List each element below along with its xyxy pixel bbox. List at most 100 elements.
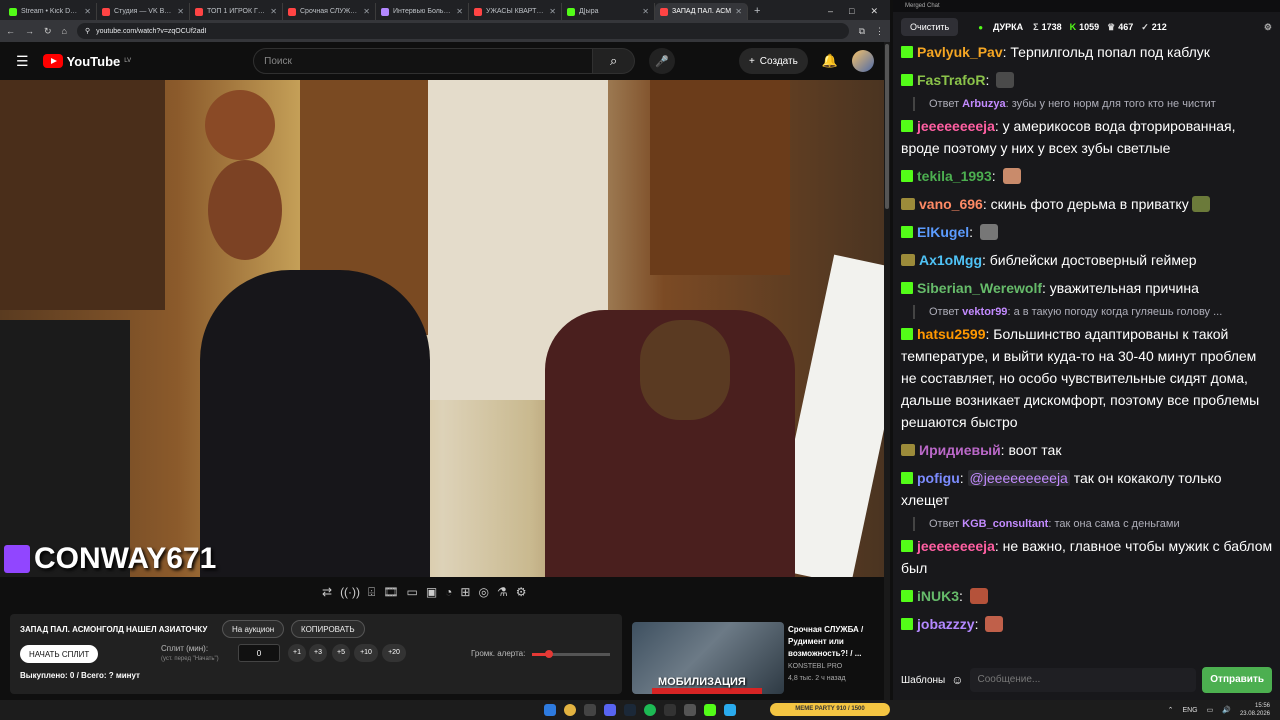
auction-button[interactable]: На аукцион xyxy=(222,620,285,638)
player-tool-icon[interactable]: ⊞ xyxy=(460,585,470,600)
split-step-button[interactable]: +10 xyxy=(354,644,378,662)
chat-username[interactable]: Siberian_Werewolf xyxy=(917,280,1042,296)
reload-icon[interactable]: ↻ xyxy=(44,26,52,37)
browser-tab[interactable]: Stream • Kick Dashbo ✕ xyxy=(4,3,97,20)
alert-volume-knob[interactable] xyxy=(545,650,554,658)
telegram-icon[interactable] xyxy=(724,704,736,716)
chat-username[interactable]: ElKugel xyxy=(917,224,969,240)
menu-dots-icon[interactable]: ⋮ xyxy=(875,26,884,37)
app-icon-7[interactable] xyxy=(664,704,676,716)
chat-username[interactable]: hatsu2599 xyxy=(917,326,985,342)
close-tab-icon[interactable]: ✕ xyxy=(456,7,463,16)
split-step-button[interactable]: +1 xyxy=(288,644,306,662)
player-tool-icon[interactable]: ▣ xyxy=(426,585,437,600)
chat-username[interactable]: vano_696 xyxy=(919,196,983,212)
extensions-icon[interactable]: ⧉ xyxy=(859,26,865,37)
chrome-icon[interactable] xyxy=(564,704,576,716)
close-window-button[interactable]: ✕ xyxy=(870,3,878,20)
recommended-channel[interactable]: KONSTEBL PRO xyxy=(788,663,842,670)
reply-username[interactable]: Arbuzya xyxy=(962,98,1005,110)
settings-gear-icon[interactable]: ⚙ xyxy=(1264,22,1272,33)
minimize-button[interactable]: – xyxy=(828,3,833,20)
explorer-icon[interactable] xyxy=(584,704,596,716)
player-tool-icon[interactable]: ⇄ xyxy=(322,585,332,600)
reply-username[interactable]: vektor99 xyxy=(962,306,1007,318)
chat-username[interactable]: tekila_1993 xyxy=(917,168,992,184)
close-tab-icon[interactable]: ✕ xyxy=(549,7,556,16)
close-tab-icon[interactable]: ✕ xyxy=(270,7,277,16)
start-split-button[interactable]: НАЧАТЬ СПЛИТ xyxy=(20,645,99,663)
page-scrollbar-thumb[interactable] xyxy=(885,44,889,209)
steam-icon[interactable] xyxy=(624,704,636,716)
close-tab-icon[interactable]: ✕ xyxy=(84,7,91,16)
chat-message-input[interactable]: Сообщение... xyxy=(969,668,1197,692)
site-info-icon[interactable]: ⚲ xyxy=(85,27,90,35)
player-tool-icon[interactable]: ⌹ xyxy=(368,585,375,600)
windows-start-icon[interactable] xyxy=(544,704,556,716)
browser-tab[interactable]: Студия — VK Видео L ✕ xyxy=(97,3,190,20)
chat-username[interactable]: Pavlyuk_Pav xyxy=(917,44,1003,60)
recommended-title[interactable]: Срочная СЛУЖБА / Рудимент или возможност… xyxy=(788,624,882,660)
browser-tab[interactable]: УЖАСЫ КВАРТИР С А✕ xyxy=(469,3,562,20)
split-step-button[interactable]: +3 xyxy=(309,644,327,662)
close-tab-icon[interactable]: ✕ xyxy=(642,7,649,16)
tray-chevron-icon[interactable]: ⌃ xyxy=(1168,706,1174,714)
search-input[interactable]: Поиск xyxy=(253,48,594,74)
clear-chat-button[interactable]: Очистить xyxy=(901,18,959,36)
chat-username[interactable]: Иридиевый xyxy=(919,442,1001,458)
split-step-button[interactable]: +20 xyxy=(382,644,406,662)
search-button[interactable]: ⌕ xyxy=(593,48,636,74)
templates-button[interactable]: Шаблоны xyxy=(901,675,945,686)
url-field[interactable]: ⚲ youtube.com/watch?v=zqOCUf2adI xyxy=(76,23,849,39)
create-button[interactable]: + Создать xyxy=(738,48,808,74)
back-icon[interactable]: ← xyxy=(6,26,15,36)
player-tool-icon[interactable]: 🎞 xyxy=(383,585,398,600)
hamburger-menu-icon[interactable]: ☰ xyxy=(16,53,29,70)
copy-button[interactable]: КОПИРОВАТЬ xyxy=(291,620,365,638)
chat-username[interactable]: jobazzzy xyxy=(917,616,975,632)
close-tab-icon[interactable]: ✕ xyxy=(177,7,184,16)
discord-icon[interactable] xyxy=(604,704,616,716)
reply-username[interactable]: KGB_consultant xyxy=(962,518,1048,530)
player-tool-icon[interactable]: ((·)) xyxy=(340,585,360,600)
network-icon[interactable]: ▭ xyxy=(1207,706,1214,714)
player-tool-icon[interactable]: ◔ xyxy=(445,585,452,600)
player-tool-icon[interactable]: ▭ xyxy=(406,585,417,600)
split-step-button[interactable]: +5 xyxy=(332,644,350,662)
chat-username[interactable]: FasTrafoR xyxy=(917,72,985,88)
forward-icon[interactable]: → xyxy=(25,26,34,36)
video-player[interactable]: CONWAY671 xyxy=(0,80,885,577)
clock[interactable]: 15:56 23.08.2026 xyxy=(1240,702,1270,718)
voice-search-button[interactable]: 🎤 xyxy=(649,48,676,74)
send-button[interactable]: Отправить xyxy=(1202,667,1272,693)
chat-username[interactable]: jeeeeeeeeja xyxy=(917,538,995,554)
avatar[interactable] xyxy=(852,50,874,72)
browser-tab[interactable]: Д[ыра ✕ xyxy=(562,3,655,20)
recommended-thumbnail[interactable]: МОБИЛИЗАЦИЯ xyxy=(632,622,784,694)
recommended-video[interactable]: МОБИЛИЗАЦИЯ Срочная СЛУЖБА / Рудимент ил… xyxy=(632,622,882,694)
chat-username[interactable]: jeeeeeeeeja xyxy=(917,118,995,134)
close-tab-icon[interactable]: ✕ xyxy=(735,7,742,16)
player-tool-icon[interactable]: ◎ xyxy=(478,585,488,600)
chat-username[interactable]: iNUK3 xyxy=(917,588,959,604)
spotify-icon[interactable] xyxy=(644,704,656,716)
player-tool-icon[interactable]: ⚗ xyxy=(497,585,508,600)
chat-mention[interactable]: @jeeeeeeeeeja xyxy=(967,470,1070,486)
volume-icon[interactable]: 🔊 xyxy=(1222,706,1231,714)
app-icon-8[interactable] xyxy=(684,704,696,716)
player-tool-icon[interactable]: ⚙ xyxy=(516,585,527,600)
youtube-logo[interactable]: YouTube LV xyxy=(42,54,131,69)
maximize-button[interactable]: □ xyxy=(849,3,854,20)
split-minutes-input[interactable]: 0 xyxy=(238,644,280,662)
browser-tab[interactable]: Срочная СЛУЖБА / Р✕ xyxy=(283,3,376,20)
kick-icon[interactable] xyxy=(704,704,716,716)
notifications-bell-icon[interactable]: 🔔 xyxy=(822,53,838,69)
close-tab-icon[interactable]: ✕ xyxy=(363,7,370,16)
new-tab-button[interactable]: + xyxy=(748,3,766,20)
chat-username[interactable]: Ax1oMgg xyxy=(919,252,982,268)
browser-tab[interactable]: Интервью Большое ✕ xyxy=(376,3,469,20)
home-icon[interactable]: ⌂ xyxy=(62,26,67,36)
browser-tab[interactable]: ТОП 1 ИГРОК ГЕОГЕ ✕ xyxy=(190,3,283,20)
browser-tab[interactable]: ЗАПАД ПАЛ. АСМ ✕ xyxy=(655,3,748,20)
emoji-icon[interactable]: ☺ xyxy=(951,673,963,687)
